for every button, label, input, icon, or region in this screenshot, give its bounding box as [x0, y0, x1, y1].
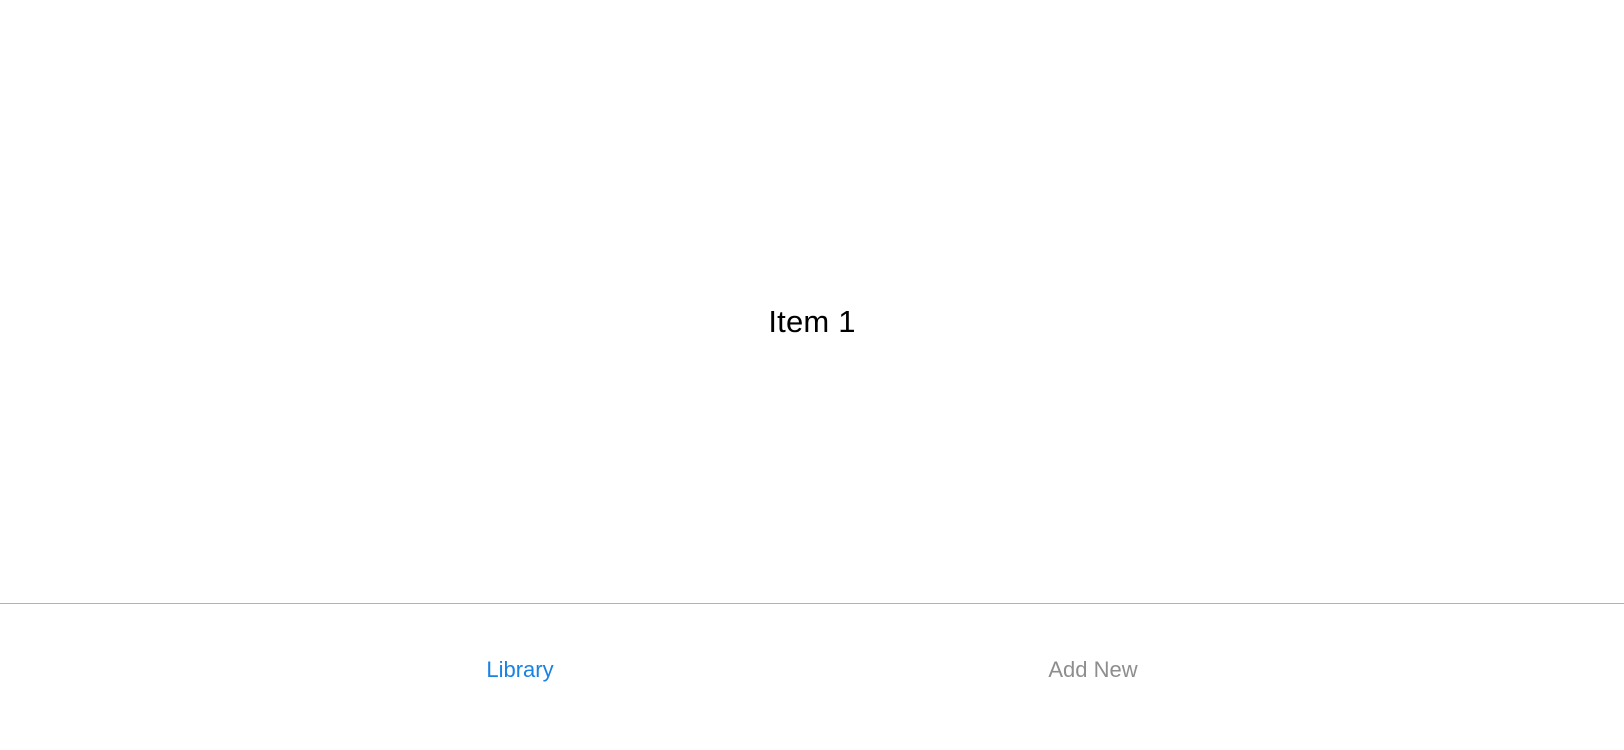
page-title: Item 1 [768, 303, 856, 339]
tab-bar: Library Add New [0, 603, 1624, 750]
tab-add-new[interactable]: Add New [993, 638, 1193, 702]
main-content: Item 1 [0, 0, 1624, 603]
tab-library[interactable]: Library [420, 638, 620, 702]
app-window: Item 1 Library Add New [0, 0, 1624, 750]
